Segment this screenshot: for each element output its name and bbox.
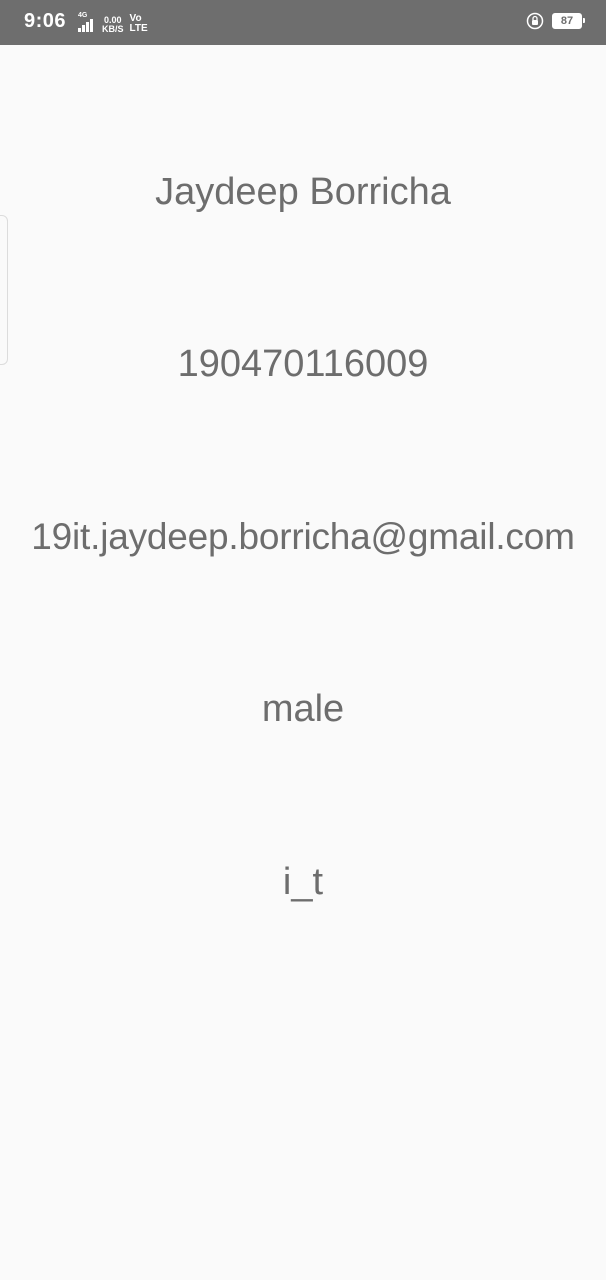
status-bar: 9:06 4G 0.00 KB/S Vo LTE 87 <box>0 0 606 45</box>
name-text: Jaydeep Borricha <box>155 171 451 213</box>
email-text: 19it.jaydeep.borricha@gmail.com <box>31 516 575 557</box>
signal-icon: 4G <box>76 12 96 34</box>
rotation-lock-icon <box>526 12 544 30</box>
network-indicators: 4G 0.00 KB/S Vo LTE <box>76 12 148 34</box>
network-speed-unit: KB/S <box>102 24 124 34</box>
volte-bottom-label: LTE <box>129 23 148 34</box>
battery-level: 87 <box>560 15 574 27</box>
battery-icon: 87 <box>552 13 585 29</box>
branch-text: i_t <box>282 861 324 903</box>
volte-indicator: Vo LTE <box>130 14 148 34</box>
enrollment-number-text: 190470116009 <box>177 343 429 385</box>
status-right-icons: 87 <box>526 12 585 30</box>
status-time: 9:06 <box>24 10 67 32</box>
network-speed: 0.00 KB/S <box>102 16 124 34</box>
gender-text: male <box>261 688 345 730</box>
